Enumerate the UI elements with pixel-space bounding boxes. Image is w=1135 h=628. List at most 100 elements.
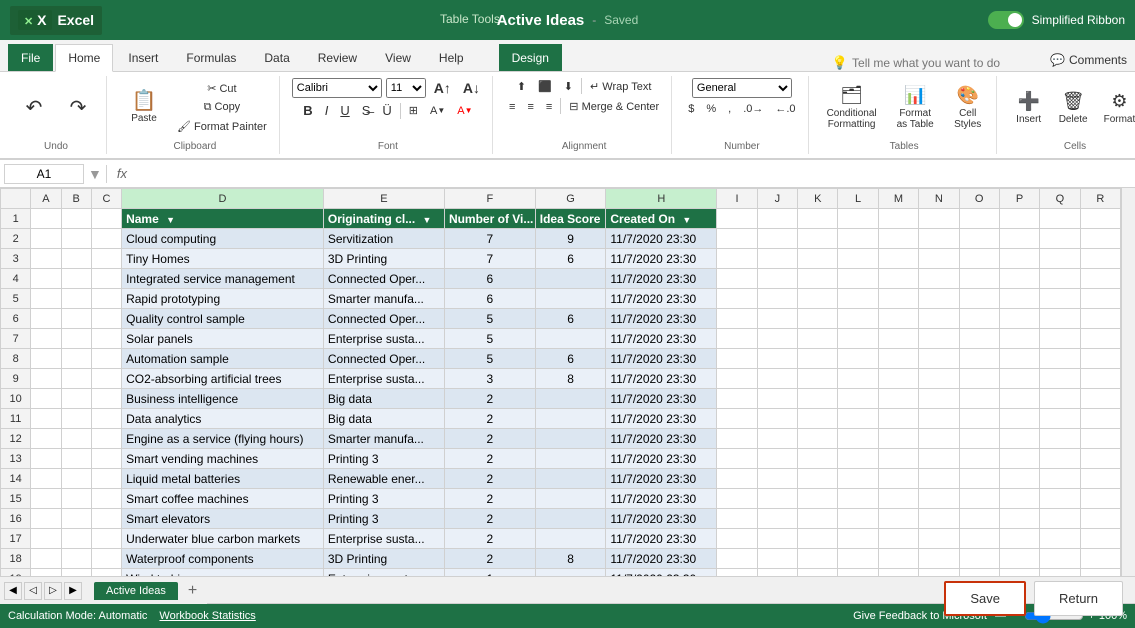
cell-q5[interactable] — [1040, 289, 1080, 309]
cell-p12[interactable] — [999, 429, 1039, 449]
cell-p7[interactable] — [999, 329, 1039, 349]
redo-button[interactable]: ↷ — [58, 94, 98, 122]
cell-q16[interactable] — [1040, 509, 1080, 529]
cell-b4[interactable] — [61, 269, 91, 289]
cell-styles-button[interactable]: 🎨 CellStyles — [948, 81, 988, 134]
cell-g4[interactable] — [535, 269, 606, 289]
cell-a19[interactable] — [31, 569, 61, 577]
cell-i4[interactable] — [717, 269, 757, 289]
cell-k18[interactable] — [798, 549, 838, 569]
cell-j19[interactable] — [757, 569, 797, 577]
cell-d15[interactable]: Smart coffee machines — [122, 489, 324, 509]
cell-k10[interactable] — [798, 389, 838, 409]
cell-i6[interactable] — [717, 309, 757, 329]
cell-p6[interactable] — [999, 309, 1039, 329]
cell-g15[interactable] — [535, 489, 606, 509]
cell-k1[interactable] — [798, 209, 838, 229]
cell-q3[interactable] — [1040, 249, 1080, 269]
cell-j11[interactable] — [757, 409, 797, 429]
cell-g16[interactable] — [535, 509, 606, 529]
cell-e10[interactable]: Big data — [323, 389, 444, 409]
cell-g5[interactable] — [535, 289, 606, 309]
align-top-button[interactable]: ⬆ — [513, 78, 530, 95]
cell-l9[interactable] — [838, 369, 878, 389]
cell-j12[interactable] — [757, 429, 797, 449]
cell-j8[interactable] — [757, 349, 797, 369]
cell-r17[interactable] — [1080, 529, 1120, 549]
cell-e8[interactable]: Connected Oper... — [323, 349, 444, 369]
italic-button[interactable]: I — [321, 101, 333, 120]
decrease-font-button[interactable]: A↓ — [459, 78, 484, 98]
cell-a8[interactable] — [31, 349, 61, 369]
cell-k2[interactable] — [798, 229, 838, 249]
cell-f2[interactable]: 7 — [444, 229, 535, 249]
cell-l4[interactable] — [838, 269, 878, 289]
cell-a5[interactable] — [31, 289, 61, 309]
tab-home[interactable]: Home — [55, 44, 113, 72]
cell-i5[interactable] — [717, 289, 757, 309]
cell-g13[interactable] — [535, 449, 606, 469]
cell-n6[interactable] — [919, 309, 959, 329]
cell-a3[interactable] — [31, 249, 61, 269]
cell-n18[interactable] — [919, 549, 959, 569]
col-h[interactable]: H — [606, 189, 717, 209]
format-cells-button[interactable]: ⚙ Format — [1098, 87, 1135, 129]
cell-i1[interactable] — [717, 209, 757, 229]
spreadsheet-wrapper[interactable]: A B C D E F G H I J K L M N O — [0, 188, 1121, 576]
number-format-select[interactable]: General — [692, 78, 792, 98]
cell-b9[interactable] — [61, 369, 91, 389]
col-c[interactable]: C — [91, 189, 121, 209]
cell-q13[interactable] — [1040, 449, 1080, 469]
cell-r16[interactable] — [1080, 509, 1120, 529]
cell-c15[interactable] — [91, 489, 121, 509]
cell-m6[interactable] — [878, 309, 918, 329]
undo-button[interactable]: ↶ — [14, 94, 54, 122]
cell-q11[interactable] — [1040, 409, 1080, 429]
cell-l18[interactable] — [838, 549, 878, 569]
cell-n12[interactable] — [919, 429, 959, 449]
cell-n14[interactable] — [919, 469, 959, 489]
cell-p13[interactable] — [999, 449, 1039, 469]
cell-m4[interactable] — [878, 269, 918, 289]
cell-j4[interactable] — [757, 269, 797, 289]
cell-r3[interactable] — [1080, 249, 1120, 269]
cell-m7[interactable] — [878, 329, 918, 349]
cell-e14[interactable]: Renewable ener... — [323, 469, 444, 489]
cell-b14[interactable] — [61, 469, 91, 489]
cell-p11[interactable] — [999, 409, 1039, 429]
cell-c4[interactable] — [91, 269, 121, 289]
cell-n15[interactable] — [919, 489, 959, 509]
cell-r10[interactable] — [1080, 389, 1120, 409]
cell-o17[interactable] — [959, 529, 999, 549]
cell-p17[interactable] — [999, 529, 1039, 549]
cell-r8[interactable] — [1080, 349, 1120, 369]
cell-n17[interactable] — [919, 529, 959, 549]
cell-i11[interactable] — [717, 409, 757, 429]
cell-o5[interactable] — [959, 289, 999, 309]
font-color-button[interactable]: A▼ — [453, 103, 476, 119]
double-underline-button[interactable]: Ü — [378, 101, 395, 120]
cell-e17[interactable]: Enterprise susta... — [323, 529, 444, 549]
cell-e15[interactable]: Printing 3 — [323, 489, 444, 509]
cell-f13[interactable]: 2 — [444, 449, 535, 469]
cell-e11[interactable]: Big data — [323, 409, 444, 429]
cell-g10[interactable] — [535, 389, 606, 409]
name-box[interactable] — [4, 164, 84, 184]
cell-r2[interactable] — [1080, 229, 1120, 249]
cell-d16[interactable]: Smart elevators — [122, 509, 324, 529]
cell-q18[interactable] — [1040, 549, 1080, 569]
cell-p4[interactable] — [999, 269, 1039, 289]
cell-l1[interactable] — [838, 209, 878, 229]
cell-h11[interactable]: 11/7/2020 23:30 — [606, 409, 717, 429]
cell-j17[interactable] — [757, 529, 797, 549]
cell-j5[interactable] — [757, 289, 797, 309]
strikethrough-button[interactable]: S̶ — [358, 101, 375, 120]
comments-button[interactable]: 💬 Comments — [1042, 49, 1135, 71]
cell-b18[interactable] — [61, 549, 91, 569]
cell-d4[interactable]: Integrated service management — [122, 269, 324, 289]
cell-b19[interactable] — [61, 569, 91, 577]
cell-f17[interactable]: 2 — [444, 529, 535, 549]
cell-b17[interactable] — [61, 529, 91, 549]
cell-h7[interactable]: 11/7/2020 23:30 — [606, 329, 717, 349]
col-n[interactable]: N — [919, 189, 959, 209]
